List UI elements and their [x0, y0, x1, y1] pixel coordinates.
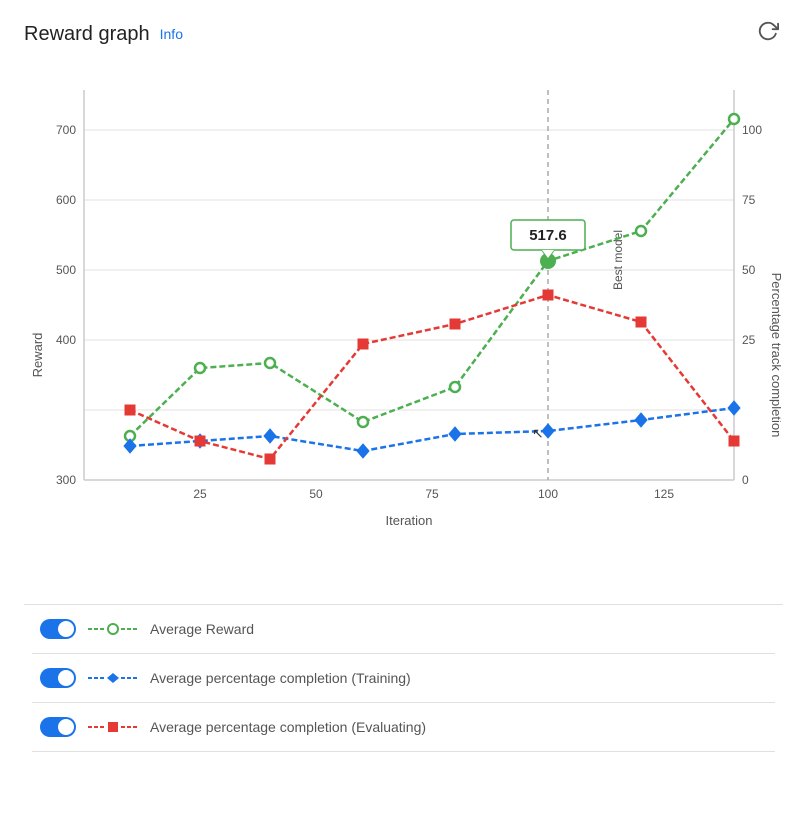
training-point-4	[357, 444, 369, 458]
y-tick-700: 700	[56, 123, 76, 137]
eval-point-6	[543, 290, 553, 300]
eval-point-4	[358, 339, 368, 349]
eval-point-7	[636, 317, 646, 327]
refresh-icon	[757, 20, 779, 42]
x-axis-label: Iteration	[386, 513, 433, 528]
y-tick-300: 300	[56, 473, 76, 487]
avg-reward-line	[130, 119, 734, 436]
header-left: Reward graph Info	[24, 23, 183, 46]
legend-label-avg-reward: Average Reward	[150, 621, 254, 637]
y-right-tick-100: 100	[742, 123, 762, 137]
info-badge[interactable]: Info	[160, 26, 183, 42]
y-tick-500: 500	[56, 263, 76, 277]
x-tick-125: 125	[654, 487, 674, 501]
legend-item-avg-pct-training: Average percentage completion (Training)	[32, 654, 775, 703]
toggle-avg-reward[interactable]	[40, 619, 76, 639]
reward-point-3	[265, 358, 275, 368]
header: Reward graph Info	[24, 16, 783, 52]
eval-point-1	[125, 405, 135, 415]
y-left-label: Reward	[30, 333, 45, 378]
chart-container: Reward Percentage track completion 7	[24, 60, 783, 580]
refresh-button[interactable]	[753, 16, 783, 52]
reward-point-8	[729, 114, 739, 124]
cursor-icon: ↖	[532, 425, 544, 441]
legend-line-avg-reward	[88, 621, 138, 637]
toggle-avg-pct-evaluating[interactable]	[40, 717, 76, 737]
y-tick-400: 400	[56, 333, 76, 347]
y-right-tick-75: 75	[742, 193, 756, 207]
page-title: Reward graph	[24, 23, 150, 46]
eval-point-8	[729, 436, 739, 446]
legend-line-avg-pct-evaluating	[88, 719, 138, 735]
training-point-3	[264, 429, 276, 443]
y-right-tick-50: 50	[742, 263, 756, 277]
eval-point-5	[450, 319, 460, 329]
y-tick-600: 600	[56, 193, 76, 207]
training-point-7	[635, 413, 647, 427]
training-point-5	[449, 427, 461, 441]
reward-point-2	[195, 363, 205, 373]
legend-line-avg-pct-training	[88, 670, 138, 686]
y-right-tick-25: 25	[742, 333, 756, 347]
x-tick-25: 25	[193, 487, 207, 501]
reward-point-4	[358, 417, 368, 427]
eval-point-3	[265, 454, 275, 464]
reward-point-5	[450, 382, 460, 392]
legend-area: Average Reward Average percentage comple…	[24, 604, 783, 752]
legend-item-avg-reward: Average Reward	[32, 605, 775, 654]
legend-label-avg-pct-training: Average percentage completion (Training)	[150, 670, 411, 686]
training-point-8	[728, 401, 740, 415]
chart-area: Reward Percentage track completion 7	[24, 60, 783, 752]
training-point-1	[124, 439, 136, 453]
eval-point-2	[195, 436, 205, 446]
legend-item-avg-pct-evaluating: Average percentage completion (Evaluatin…	[32, 703, 775, 752]
x-tick-50: 50	[309, 487, 323, 501]
training-point-6	[542, 424, 554, 438]
y-right-label: Percentage track completion	[769, 273, 781, 438]
legend-label-avg-pct-evaluating: Average percentage completion (Evaluatin…	[150, 719, 426, 735]
reward-point-7	[636, 226, 646, 236]
main-chart-svg: Reward Percentage track completion 7	[24, 60, 781, 580]
page: Reward graph Info Reward Percentage trac…	[0, 0, 807, 768]
tooltip-value: 517.6	[529, 227, 567, 244]
x-tick-100: 100	[538, 487, 558, 501]
toggle-avg-pct-training[interactable]	[40, 668, 76, 688]
avg-pct-training-line	[130, 408, 734, 451]
x-tick-75: 75	[425, 487, 439, 501]
y-right-tick-0: 0	[742, 473, 749, 487]
